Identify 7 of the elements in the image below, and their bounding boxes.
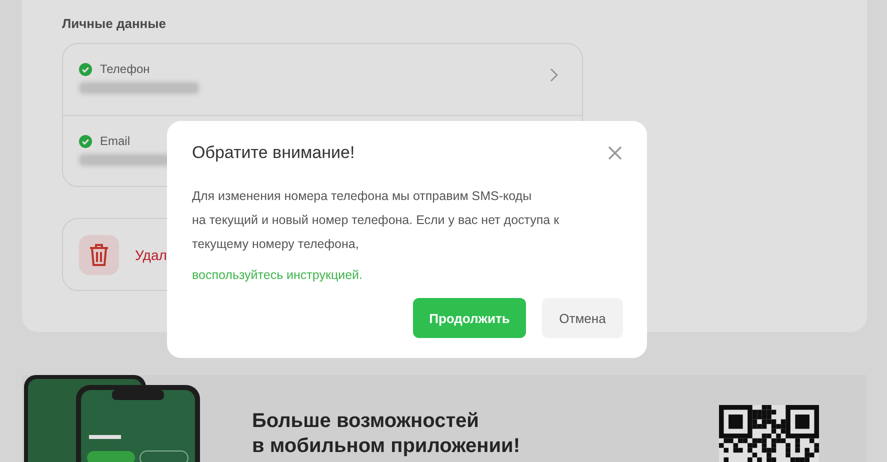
section-title: Личные данные	[62, 16, 167, 31]
dialog-message: Для изменения номера телефона мы отправим SMS-коды на текущий и новый номер телефона. Если у вас нет доступа к текущему номеру телефона,	[192, 188, 560, 253]
field-label: Email	[100, 134, 130, 148]
promo-title: Больше возможностей в мобильном приложении!	[252, 409, 521, 459]
delete-label: Удал	[135, 246, 167, 262]
dialog-title: Обратите внимание!	[192, 143, 355, 163]
field-label: Телефон	[100, 62, 150, 76]
